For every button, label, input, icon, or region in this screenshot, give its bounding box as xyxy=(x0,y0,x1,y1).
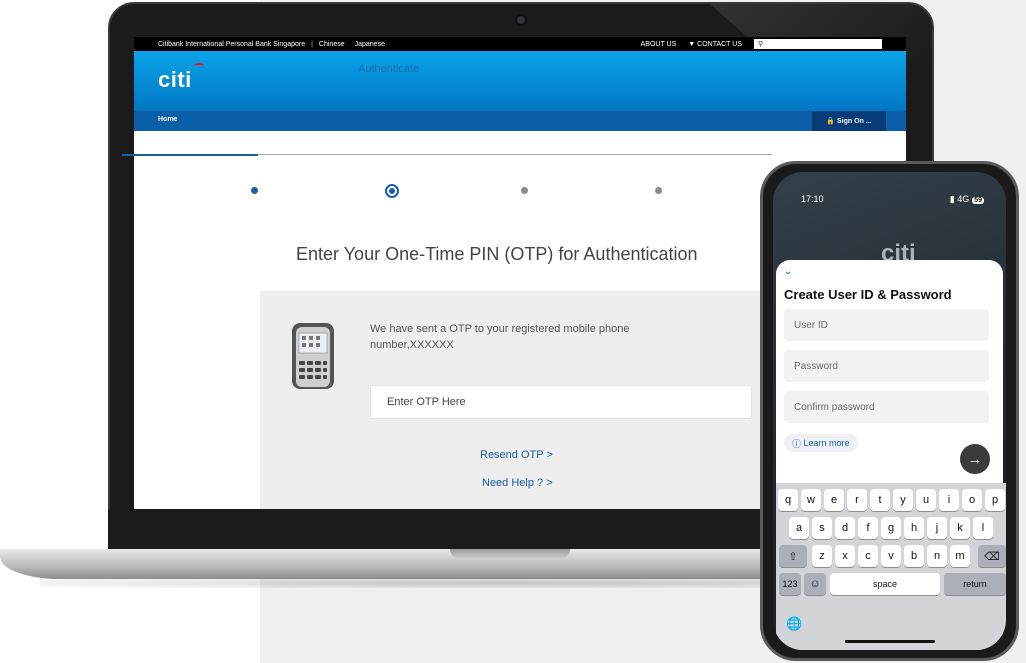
step-dot-4 xyxy=(655,187,662,194)
key-e[interactable]: e xyxy=(824,489,844,511)
backspace-icon[interactable]: ⌫ xyxy=(978,545,1006,567)
lock-icon: 🔒 xyxy=(826,118,838,125)
smartphone: 17:10 ▮ 4G 59 citi ⌄ Create User ID & Pas… xyxy=(760,161,1019,661)
need-help-link[interactable]: Need Help ? > xyxy=(482,477,553,489)
key-i[interactable]: i xyxy=(939,489,959,511)
status-signal: ▮ 4G 59 xyxy=(950,194,984,205)
sheet-title: Create User ID & Password xyxy=(784,287,952,302)
return-key[interactable]: return xyxy=(944,573,1006,595)
webcam xyxy=(517,16,525,24)
key-u[interactable]: u xyxy=(916,489,936,511)
citi-logo[interactable]: citi xyxy=(158,67,192,93)
key-k[interactable]: k xyxy=(950,517,970,539)
shift-icon[interactable]: ⇧ xyxy=(779,545,807,567)
language-japanese-link[interactable]: Japanese xyxy=(355,41,385,48)
nav-bar: Home 🔒 Sign On ... xyxy=(134,111,906,131)
key-z[interactable]: z xyxy=(812,545,832,567)
key-o[interactable]: o xyxy=(962,489,982,511)
confirm-password-field[interactable]: Confirm password xyxy=(784,391,989,423)
otp-input[interactable]: Enter OTP Here xyxy=(370,385,752,419)
progress-line-remaining xyxy=(258,154,772,155)
sign-on-button[interactable]: 🔒 Sign On ... xyxy=(812,111,886,131)
learn-more-button[interactable]: ⓘ Learn more xyxy=(784,434,858,452)
key-y[interactable]: y xyxy=(893,489,913,511)
key-f[interactable]: f xyxy=(858,517,878,539)
nav-home-link[interactable]: Home xyxy=(158,116,177,123)
marketing-banner: Citibank International Personal Bank Sin… xyxy=(0,0,1026,663)
key-m[interactable]: m xyxy=(950,545,970,567)
home-indicator xyxy=(845,640,935,643)
search-icon: ⚲ xyxy=(758,41,764,48)
key-r[interactable]: r xyxy=(847,489,867,511)
bank-name-link[interactable]: Citibank International Personal Bank Sin… xyxy=(158,41,305,48)
on-screen-keyboard: qwertyuiop asdfghjkl ⇧ ⌫ zxcvbnm 123 ☺ s… xyxy=(776,483,1006,650)
keyboard-row-2: asdfghjkl xyxy=(776,517,1006,541)
language-chinese-link[interactable]: Chinese xyxy=(319,41,345,48)
help-circle-icon: ⓘ xyxy=(792,438,804,449)
site-header: citi xyxy=(134,51,906,111)
password-field[interactable]: Password xyxy=(784,350,989,382)
keyboard-row-1: qwertyuiop xyxy=(776,489,1006,513)
key-l[interactable]: l xyxy=(973,517,993,539)
search-input[interactable]: ⚲ xyxy=(754,39,882,49)
network-type: 4G xyxy=(957,194,970,204)
status-bar: 17:10 ▮ 4G 59 xyxy=(773,194,1006,208)
key-j[interactable]: j xyxy=(927,517,947,539)
divider: | xyxy=(311,40,313,48)
step-dot-current xyxy=(385,184,399,198)
chevron-down-icon[interactable]: ⌄ xyxy=(784,266,792,277)
battery-icon: 59 xyxy=(972,197,984,204)
resend-otp-link[interactable]: Resend OTP > xyxy=(480,449,553,461)
phone-screen: 17:10 ▮ 4G 59 citi ⌄ Create User ID & Pas… xyxy=(773,172,1006,650)
step-label-authenticate: Authenticate xyxy=(358,63,420,75)
globe-icon[interactable]: 🌐 xyxy=(786,616,802,632)
key-v[interactable]: v xyxy=(881,545,901,567)
key-n[interactable]: n xyxy=(927,545,947,567)
otp-panel: We have sent a OTP to your registered mo… xyxy=(260,291,765,509)
numbers-key[interactable]: 123 xyxy=(779,573,801,595)
step-dot-3 xyxy=(521,187,528,194)
mobile-phone-illustration xyxy=(292,323,334,389)
learn-more-label: Learn more xyxy=(803,438,850,448)
key-c[interactable]: c xyxy=(858,545,878,567)
logo-arc xyxy=(194,63,204,69)
create-credentials-sheet: ⌄ Create User ID & Password User ID Pass… xyxy=(776,260,1006,650)
key-h[interactable]: h xyxy=(904,517,924,539)
contact-us-link[interactable]: ▼ CONTACT US xyxy=(688,41,742,48)
status-time: 17:10 xyxy=(801,194,824,204)
emoji-icon[interactable]: ☺ xyxy=(804,573,826,595)
top-right-links: ABOUT US ▼ CONTACT US ⚲ xyxy=(641,39,882,49)
sign-on-label: Sign On ... xyxy=(837,117,872,125)
key-d[interactable]: d xyxy=(835,517,855,539)
key-a[interactable]: a xyxy=(789,517,809,539)
key-s[interactable]: s xyxy=(812,517,832,539)
space-key[interactable]: space xyxy=(830,573,940,595)
key-w[interactable]: w xyxy=(801,489,821,511)
user-id-field[interactable]: User ID xyxy=(784,309,989,341)
key-p[interactable]: p xyxy=(985,489,1005,511)
key-q[interactable]: q xyxy=(778,489,798,511)
otp-page-title: Enter Your One-Time PIN (OTP) for Authen… xyxy=(296,244,698,264)
step-dot-1 xyxy=(251,187,258,194)
key-g[interactable]: g xyxy=(881,517,901,539)
about-us-link[interactable]: ABOUT US xyxy=(641,41,677,48)
keyboard-row-4: 123 ☺ space return xyxy=(776,573,1006,597)
key-t[interactable]: t xyxy=(870,489,890,511)
otp-sent-message: We have sent a OTP to your registered mo… xyxy=(370,323,630,351)
progress-line-complete xyxy=(122,154,258,156)
arrow-right-icon[interactable]: → xyxy=(960,444,990,474)
key-b[interactable]: b xyxy=(904,545,924,567)
laptop-base-notch xyxy=(450,549,570,559)
top-utility-bar: Citibank International Personal Bank Sin… xyxy=(134,37,906,51)
keyboard-row-3: ⇧ ⌫ zxcvbnm xyxy=(776,545,1006,569)
key-x[interactable]: x xyxy=(835,545,855,567)
